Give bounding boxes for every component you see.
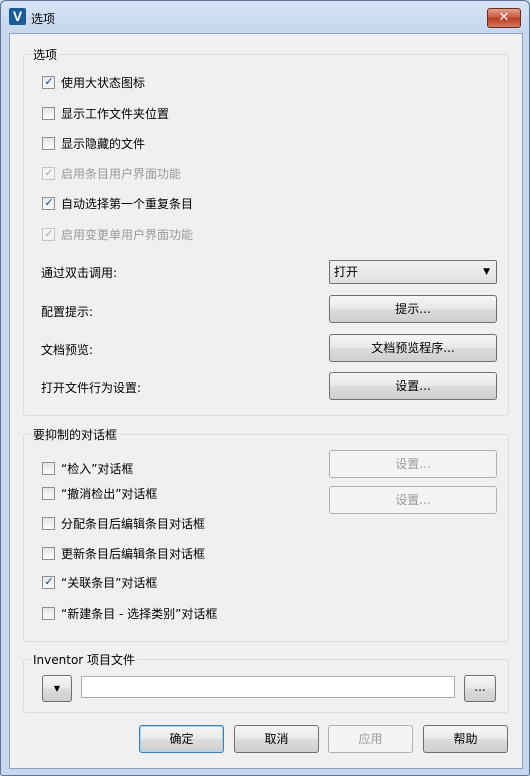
checkbox-label: 显示隐藏的文件: [61, 137, 146, 151]
checkbox-label: 自动选择第一个重复条目: [61, 197, 194, 211]
double-click-select[interactable]: 打开 ▼: [329, 260, 497, 284]
project-file-path-input[interactable]: [81, 676, 455, 698]
chevron-down-icon: ▼: [483, 267, 490, 277]
checkbox-label: 使用大状态图标: [61, 76, 146, 90]
check-icon: ✓: [44, 575, 54, 588]
check-icon: ✓: [44, 196, 54, 209]
doc-preview-button[interactable]: 文档预览程序...: [329, 334, 497, 362]
suppress-dialogs-group: 要抑制的对话框 “检入”对话框 设置... “撤消检出”对话框 设置... 分配…: [23, 426, 509, 642]
checkin-settings-button: 设置...: [329, 450, 497, 478]
cancel-button[interactable]: 取消: [234, 725, 319, 753]
window-title: 选项: [31, 12, 56, 26]
double-click-value: 打开: [334, 265, 359, 279]
checkbox-label: 分配条目后编辑条目对话框: [61, 517, 206, 531]
undo-checkout-settings-button: 设置...: [329, 486, 497, 514]
check-icon: ✓: [44, 75, 54, 88]
options-group: 选项 ✓ 使用大状态图标 显示工作文件夹位置 显示隐藏的文件 ✓ 启用条目用户界…: [23, 46, 509, 416]
ok-button[interactable]: 确定: [139, 725, 224, 753]
checkbox-label: “关联条目”对话框: [61, 576, 158, 590]
inventor-project-group: Inventor 项目文件 ▼ ...: [23, 651, 509, 713]
suppress-dialogs-group-label: 要抑制的对话框: [31, 426, 120, 443]
check-icon: ✓: [44, 166, 54, 179]
checkbox-label: 显示工作文件夹位置: [61, 107, 170, 121]
apply-button: 应用: [328, 725, 413, 753]
checkbox-label: 启用条目用户界面功能: [61, 167, 182, 181]
checkbox-suppress-edit-after-update[interactable]: [42, 547, 55, 560]
checkbox-show-hidden-files[interactable]: [42, 137, 55, 150]
checkbox-suppress-undo-checkout[interactable]: [42, 487, 55, 500]
checkbox-suppress-edit-after-assign[interactable]: [42, 517, 55, 530]
config-hint-label: 配置提示:: [41, 305, 94, 319]
config-hint-button[interactable]: 提示...: [329, 295, 497, 323]
chevron-down-icon: ▼: [53, 684, 61, 693]
checkbox-label: 更新条目后编辑条目对话框: [61, 547, 206, 561]
help-button[interactable]: 帮助: [423, 725, 508, 753]
checkbox-label: 启用变更单用户界面功能: [61, 228, 194, 242]
checkbox-label: “检入”对话框: [61, 462, 134, 476]
close-button[interactable]: ✕: [487, 8, 521, 28]
doc-preview-label: 文档预览:: [41, 343, 94, 357]
options-group-label: 选项: [31, 46, 60, 63]
options-dialog: V 选项 ✕ 选项 ✓ 使用大状态图标 显示工作文件夹位置 显示隐藏的文件 ✓ …: [0, 0, 530, 776]
open-file-behavior-label: 打开文件行为设置:: [41, 381, 142, 395]
title-bar[interactable]: V 选项 ✕: [1, 1, 529, 33]
inventor-project-group-label: Inventor 项目文件: [31, 651, 138, 668]
checkbox-auto-select-first-duplicate[interactable]: ✓: [42, 196, 55, 210]
check-icon: ✓: [44, 227, 54, 240]
checkbox-enable-change-order-ui: ✓: [42, 227, 55, 241]
checkbox-suppress-new-item-category[interactable]: [42, 607, 55, 620]
checkbox-suppress-link-item[interactable]: ✓: [42, 575, 55, 589]
dialog-body: 选项 ✓ 使用大状态图标 显示工作文件夹位置 显示隐藏的文件 ✓ 启用条目用户界…: [9, 33, 523, 769]
double-click-label: 通过双击调用:: [41, 266, 118, 280]
checkbox-show-working-folder[interactable]: [42, 107, 55, 120]
browse-button[interactable]: ...: [464, 675, 496, 702]
checkbox-suppress-checkin[interactable]: [42, 462, 55, 475]
project-dropdown-button[interactable]: ▼: [42, 675, 72, 702]
checkbox-enable-item-ui: ✓: [42, 166, 55, 180]
checkbox-large-status-icons[interactable]: ✓: [42, 75, 55, 89]
checkbox-label: “新建条目 - 选择类别”对话框: [61, 607, 218, 621]
app-logo-icon: V: [9, 8, 26, 25]
checkbox-label: “撤消检出”对话框: [61, 487, 158, 501]
open-file-settings-button[interactable]: 设置...: [329, 372, 497, 400]
